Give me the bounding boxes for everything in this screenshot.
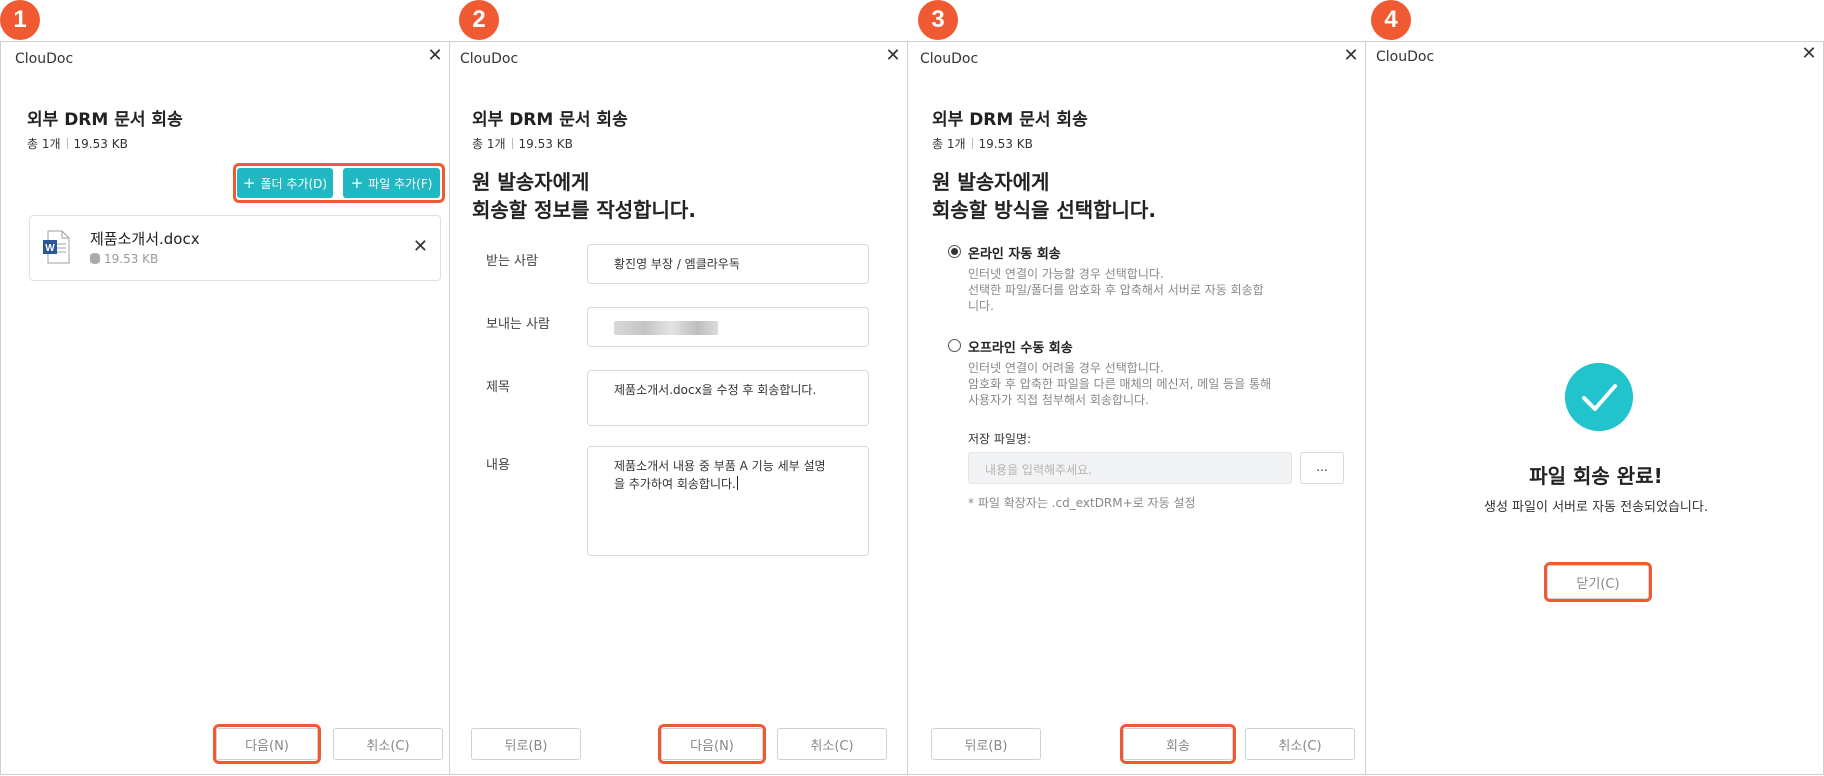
file-count: 총 1개: [472, 137, 506, 151]
total-size: 19.53 KB: [73, 137, 128, 151]
add-file-label: 파일 추가(F): [368, 176, 433, 191]
window-title: ClouDoc: [1376, 49, 1435, 65]
add-file-button[interactable]: + 파일 추가(F): [343, 168, 440, 198]
recipient-field[interactable]: 황진영 부장 / 엠클라우독: [587, 244, 869, 284]
window-title: ClouDoc: [920, 51, 979, 67]
step-badge-3: 3: [918, 0, 958, 40]
offline-option-desc: 인터넷 연결이 어려울 경우 선택합니다. 암호화 후 압축한 파일을 다른 매…: [968, 361, 1272, 407]
online-option-title: 온라인 자동 회송: [968, 247, 1061, 262]
cancel-button[interactable]: 취소(C): [777, 728, 887, 760]
panel-complete: ClouDoc ✕ 파일 회송 완료! 생성 파일이 서버로 자동 전송되었습니…: [1365, 41, 1824, 775]
online-radio[interactable]: [948, 245, 961, 258]
file-card[interactable]: W 제품소개서.docx 19.53 KB ✕: [29, 215, 441, 281]
remove-file-icon[interactable]: ✕: [413, 236, 428, 257]
dialog-title: 외부 DRM 문서 회송: [472, 110, 628, 130]
stage: 1 2 3 4 ClouDoc ✕ 외부 DRM 문서 회송 총 1개 19.53…: [0, 0, 1824, 776]
close-icon[interactable]: ✕: [883, 46, 903, 66]
file-size: 19.53 KB: [90, 252, 158, 266]
instruction-heading: 원 발송자에게 회송할 방식을 선택합니다.: [932, 170, 1156, 222]
send-button[interactable]: 회송: [1123, 728, 1233, 760]
subject-label: 제목: [486, 380, 510, 395]
add-folder-label: 폴더 추가(D): [260, 176, 328, 191]
window-title: ClouDoc: [15, 51, 74, 67]
close-button[interactable]: 닫기(C): [1547, 565, 1649, 599]
close-icon[interactable]: ✕: [1341, 46, 1361, 66]
save-filename-input[interactable]: 내용을 입력해주세요.: [968, 452, 1292, 484]
file-name: 제품소개서.docx: [90, 230, 200, 248]
file-count: 총 1개: [27, 137, 61, 151]
browse-button[interactable]: ...: [1300, 452, 1344, 484]
body-field[interactable]: 제품소개서 내용 중 부품 A 기능 세부 설명 을 추가하여 회송합니다.: [587, 446, 869, 556]
offline-option-title: 오프라인 수동 회송: [968, 341, 1073, 356]
back-button[interactable]: 뒤로(B): [931, 728, 1041, 760]
plus-icon: +: [242, 174, 256, 192]
file-summary: 총 1개 19.53 KB: [27, 135, 128, 152]
extension-note: * 파일 확장자는 .cd_extDRM+로 자동 설정: [968, 496, 1196, 510]
total-size: 19.53 KB: [978, 137, 1033, 151]
redacted-sender: [614, 320, 718, 335]
step-badge-2: 2: [459, 0, 499, 40]
online-option-desc: 인터넷 연결이 가능할 경우 선택합니다. 선택한 파일/폴더를 암호화 후 압…: [968, 267, 1264, 313]
recipient-label: 받는 사람: [486, 254, 538, 269]
panel-choose-method: ClouDoc ✕ 외부 DRM 문서 회송 총 1개 19.53 KB 원 발송…: [907, 41, 1366, 775]
completion-subtitle: 생성 파일이 서버로 자동 전송되었습니다.: [1484, 500, 1708, 515]
sender-field[interactable]: [587, 307, 869, 347]
file-summary: 총 1개 19.53 KB: [472, 135, 573, 152]
save-filename-label: 저장 파일명:: [968, 432, 1032, 446]
cancel-button[interactable]: 취소(C): [333, 728, 443, 760]
text-caret: [736, 476, 738, 490]
dialog-title: 외부 DRM 문서 회송: [27, 110, 183, 130]
cancel-button[interactable]: 취소(C): [1245, 728, 1355, 760]
plus-icon: +: [350, 174, 364, 192]
svg-text:W: W: [45, 243, 55, 254]
close-icon[interactable]: ✕: [425, 46, 445, 66]
subject-field[interactable]: 제품소개서.docx을 수정 후 회송합니다.: [587, 370, 869, 426]
body-label: 내용: [486, 458, 510, 473]
window-title: ClouDoc: [460, 51, 519, 67]
close-icon[interactable]: ✕: [1799, 44, 1819, 64]
file-count: 총 1개: [932, 137, 966, 151]
dialog-title: 외부 DRM 문서 회송: [932, 110, 1088, 130]
instruction-heading: 원 발송자에게 회송할 정보를 작성합니다.: [472, 170, 696, 222]
panel-add-files: ClouDoc ✕ 외부 DRM 문서 회송 총 1개 19.53 KB + 폴더 …: [0, 41, 450, 775]
back-button[interactable]: 뒤로(B): [471, 728, 581, 760]
next-button[interactable]: 다음(N): [216, 728, 318, 760]
offline-radio[interactable]: [948, 339, 961, 352]
sender-label: 보내는 사람: [486, 317, 550, 332]
file-summary: 총 1개 19.53 KB: [932, 135, 1033, 152]
next-button[interactable]: 다음(N): [661, 728, 763, 760]
step-badge-1: 1: [0, 0, 40, 40]
panel-write-info: ClouDoc ✕ 외부 DRM 문서 회송 총 1개 19.53 KB 원 발송…: [449, 41, 908, 775]
completion-title: 파일 회송 완료!: [1529, 464, 1663, 488]
word-doc-icon: W: [43, 230, 70, 264]
step-badge-4: 4: [1371, 0, 1411, 40]
total-size: 19.53 KB: [518, 137, 573, 151]
check-circle-icon: [1565, 363, 1633, 431]
database-icon: [90, 253, 100, 264]
add-folder-button[interactable]: + 폴더 추가(D): [237, 168, 333, 198]
